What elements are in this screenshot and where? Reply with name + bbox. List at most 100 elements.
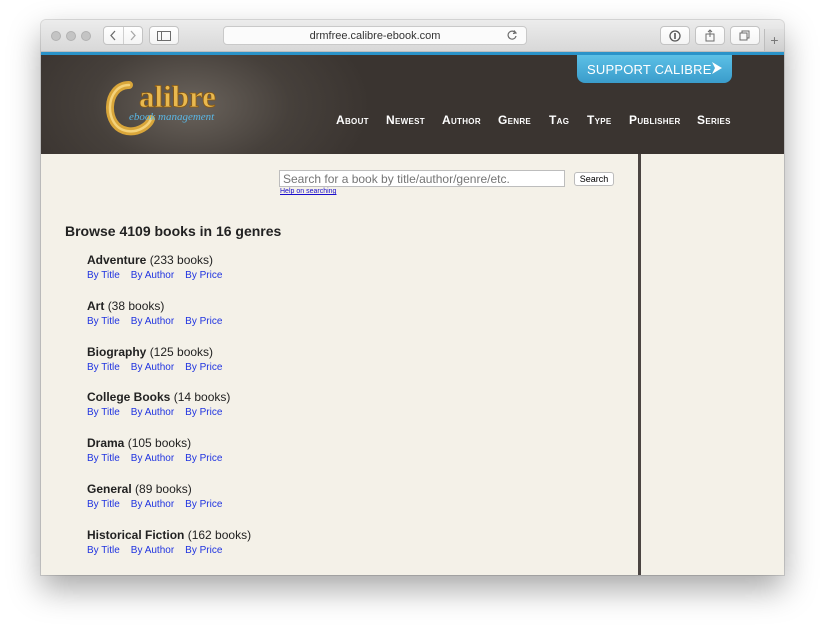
- chevron-left-icon: [110, 30, 116, 41]
- forward-button[interactable]: [122, 27, 143, 44]
- genre-heading: Historical Fiction (162 books): [87, 528, 251, 542]
- genre-item: Drama (105 books) By Title By Author By Pri…: [87, 436, 233, 464]
- by-title-link[interactable]: By Title: [87, 407, 120, 418]
- support-calibre-button[interactable]: SUPPORT CALIBRE: [577, 55, 732, 83]
- by-title-link[interactable]: By Title: [87, 316, 120, 327]
- chevron-right-icon: [712, 62, 722, 74]
- reload-button[interactable]: [506, 29, 518, 44]
- by-price-link[interactable]: By Price: [185, 545, 222, 556]
- share-button[interactable]: [695, 26, 725, 45]
- address-url: drmfree.calibre-ebook.com: [309, 29, 441, 42]
- genre-heading: General (89 books): [87, 482, 233, 496]
- genre-count: (38 books): [107, 298, 165, 313]
- sidebar-icon: [157, 30, 171, 41]
- nav-type[interactable]: Type: [587, 113, 612, 127]
- genre-name: Historical Fiction: [87, 527, 185, 542]
- search-button[interactable]: Search: [574, 172, 614, 186]
- genre-item: College Books (14 books) By Title By Autho…: [87, 390, 233, 418]
- main-content: Search Help on searching Browse 4109 boo…: [41, 154, 638, 575]
- minimize-window-button[interactable]: [66, 31, 76, 41]
- genre-item: Biography (125 books) By Title By Author By…: [87, 345, 233, 373]
- genre-name: Biography: [87, 344, 147, 359]
- by-title-link[interactable]: By Title: [87, 362, 120, 373]
- by-title-link[interactable]: By Title: [87, 453, 120, 464]
- nav-publisher[interactable]: Publisher: [629, 113, 681, 127]
- site-header: alibre ebook management SUPPORT CALIBRE …: [41, 55, 784, 154]
- by-title-link[interactable]: By Title: [87, 499, 120, 510]
- logo-wordmark: alibre: [139, 79, 216, 114]
- genre-name: Adventure: [87, 253, 147, 267]
- sidebar-divider: [638, 154, 641, 575]
- by-author-link[interactable]: By Author: [131, 270, 174, 281]
- genre-item: General (89 books) By Title By Author By Pr…: [87, 482, 233, 510]
- nav-tag[interactable]: Tag: [549, 113, 569, 127]
- by-price-link[interactable]: By Price: [185, 316, 222, 327]
- support-label: SUPPORT CALIBRE: [587, 61, 712, 77]
- genre-item: Adventure (233 books) By Title By Author By…: [87, 253, 233, 281]
- new-tab-button[interactable]: +: [764, 29, 784, 51]
- by-author-link[interactable]: By Author: [131, 362, 174, 373]
- browser-toolbar: drmfree.calibre-ebook.com +: [41, 20, 784, 52]
- by-price-link[interactable]: By Price: [185, 407, 222, 418]
- genre-count: (233 books): [149, 253, 214, 267]
- close-window-button[interactable]: [51, 31, 61, 41]
- back-button[interactable]: [104, 27, 123, 44]
- zoom-window-button[interactable]: [81, 31, 91, 41]
- history-nav: [103, 26, 143, 45]
- by-price-link[interactable]: By Price: [185, 270, 222, 281]
- nav-author[interactable]: Author: [442, 113, 481, 127]
- tabs-icon: [739, 30, 750, 40]
- genre-name: College Books: [87, 390, 171, 405]
- tabs-overview-button[interactable]: [730, 26, 760, 45]
- info-icon: [669, 29, 681, 42]
- genre-count: (14 books): [173, 390, 231, 405]
- by-author-link[interactable]: By Author: [131, 499, 174, 510]
- genre-heading: Biography (125 books): [87, 345, 233, 359]
- reload-icon: [507, 30, 518, 40]
- by-author-link[interactable]: By Author: [131, 545, 174, 556]
- share-icon: [705, 29, 715, 42]
- by-price-link[interactable]: By Price: [185, 453, 222, 464]
- reader-button[interactable]: [660, 26, 690, 45]
- genre-heading: Art (38 books): [87, 299, 233, 313]
- genre-sort-links: By Title By Author By Price: [87, 453, 233, 464]
- nav-genre[interactable]: Genre: [498, 113, 531, 127]
- sidebar-toggle-button[interactable]: [149, 26, 179, 45]
- genre-heading: Drama (105 books): [87, 436, 233, 450]
- genre-item: Art (38 books) By Title By Author By Price: [87, 299, 233, 327]
- genre-count: (105 books): [127, 436, 192, 451]
- genre-count: (125 books): [149, 344, 214, 359]
- genre-count: (89 books): [135, 482, 192, 496]
- genre-heading: Adventure (233 books): [87, 253, 233, 267]
- genre-item: Historical Fiction (162 books) By Title By…: [87, 528, 251, 556]
- nav-about[interactable]: About: [336, 113, 369, 127]
- genre-heading: College Books (14 books): [87, 390, 233, 404]
- genre-name: General: [87, 482, 132, 496]
- genre-sort-links: By Title By Author By Price: [87, 499, 233, 510]
- by-title-link[interactable]: By Title: [87, 545, 120, 556]
- by-author-link[interactable]: By Author: [131, 407, 174, 418]
- genre-sort-links: By Title By Author By Price: [87, 316, 233, 327]
- address-bar[interactable]: drmfree.calibre-ebook.com: [223, 26, 527, 45]
- by-title-link[interactable]: By Title: [87, 270, 120, 281]
- genre-sort-links: By Title By Author By Price: [87, 407, 233, 418]
- genre-sort-links: By Title By Author By Price: [87, 362, 233, 373]
- genre-name: Drama: [87, 436, 125, 451]
- genre-name: Art: [87, 298, 105, 313]
- help-searching-link[interactable]: Help on searching: [280, 188, 336, 195]
- genre-sort-links: By Title By Author By Price: [87, 270, 233, 281]
- nav-newest[interactable]: Newest: [386, 113, 425, 127]
- by-author-link[interactable]: By Author: [131, 453, 174, 464]
- plus-icon: +: [770, 32, 779, 48]
- genre-count: (162 books): [187, 527, 252, 542]
- genre-sort-links: By Title By Author By Price: [87, 545, 251, 556]
- chevron-right-icon: [130, 30, 136, 41]
- search-input[interactable]: [279, 170, 565, 187]
- browser-window: drmfree.calibre-ebook.com + alibre ebook…: [41, 20, 784, 575]
- by-author-link[interactable]: By Author: [131, 316, 174, 327]
- page-title: Browse 4109 books in 16 genres: [65, 223, 282, 239]
- nav-series[interactable]: Series: [697, 113, 731, 127]
- main-nav: About Newest Author Genre Tag Type Publi…: [41, 113, 784, 133]
- by-price-link[interactable]: By Price: [185, 362, 222, 373]
- by-price-link[interactable]: By Price: [185, 499, 222, 510]
